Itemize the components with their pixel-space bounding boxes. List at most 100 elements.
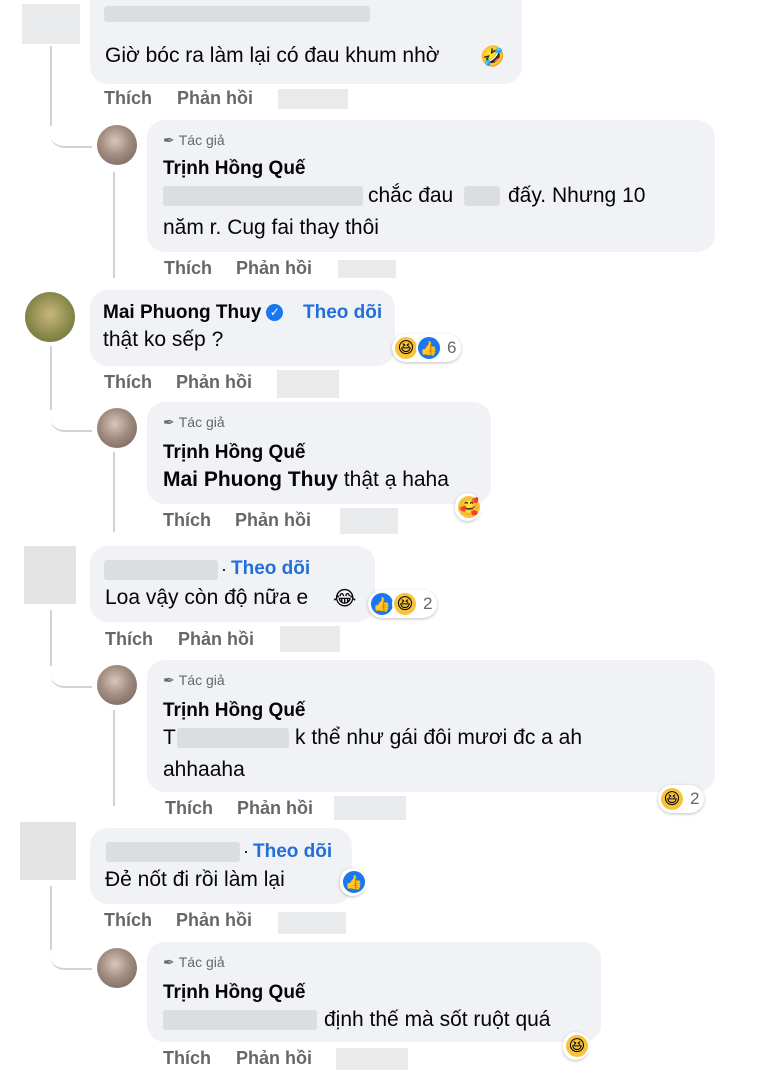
comment-bubble: Giờ bóc ra làm lại có đau khum nhờ 🤣 [90,0,522,84]
comment-bubble: · Theo dõi Loa vậy còn độ nữa e 😂 [90,546,375,622]
avatar[interactable] [97,665,137,705]
like-button[interactable]: Thích [104,372,152,393]
reaction-summary[interactable]: 😆 👍 6 [392,334,462,362]
thread-branch [50,110,92,148]
blurred-timestamp [334,796,406,822]
avatar[interactable] [97,125,137,165]
blurred-name [104,6,370,22]
pencil-icon: ✒ [163,414,175,430]
reply-text: T [163,726,176,749]
reaction-count: 6 [447,338,457,357]
reply-button[interactable]: Phản hồi [176,910,252,931]
mention-link[interactable]: Mai Phuong Thuy [163,468,338,491]
pencil-icon: ✒ [163,132,175,148]
reply-button[interactable]: Phản hồi [235,510,311,531]
commenter-name[interactable]: Trịnh Hồng Quế [163,700,306,722]
reaction-count: 2 [690,789,700,808]
care-icon: 🥰 [456,494,482,520]
reply-bubble: ✒ Tác giả Trịnh Hồng Quế T k thể như gái … [147,660,715,792]
follow-button[interactable]: Theo dõi [231,558,310,580]
divider [0,820,780,823]
reply-bubble: ✒ Tác giả Trịnh Hồng Quế Mai Phuong Thuy … [147,402,491,504]
blurred-timestamp [278,912,346,934]
reaction-summary[interactable]: 😆 2 [658,785,705,813]
reply-text: đấy. Nhưng 10 [508,184,646,207]
thread-line [113,452,115,532]
blurred-timestamp [336,1048,408,1070]
blurred-avatar [22,4,80,44]
blurred-name [104,560,218,580]
blurred-name [106,842,240,862]
like-button[interactable]: Thích [164,258,212,279]
author-badge: ✒ Tác giả [163,672,225,688]
follow-button[interactable]: Theo dõi [303,302,382,324]
reply-button[interactable]: Phản hồi [178,629,254,650]
thread-branch [50,934,92,970]
blurred-timestamp [338,260,396,278]
haha-icon: 😆 [564,1033,590,1059]
avatar[interactable] [97,948,137,988]
blurred-text [163,1010,317,1030]
author-badge: ✒ Tác giả [163,954,225,970]
separator-dot: · [221,559,227,579]
thread-branch [50,394,92,432]
reply-button[interactable]: Phản hồi [237,798,313,819]
reply-button[interactable]: Phản hồi [236,258,312,279]
reaction-summary[interactable]: 😆 [563,1032,590,1060]
reply-bubble: ✒ Tác giả Trịnh Hồng Quế định thế mà sốt … [147,942,601,1042]
joy-emoji-icon: 😂 [333,588,357,610]
separator-dot: · [243,841,249,861]
reaction-summary[interactable]: 🥰 [455,493,482,521]
commenter-name[interactable]: Trịnh Hồng Quế [163,158,306,180]
reaction-count: 2 [423,594,433,613]
reply-button[interactable]: Phản hồi [177,88,253,109]
blurred-avatar [20,822,76,880]
avatar[interactable] [97,408,137,448]
avatar[interactable] [25,292,75,342]
like-icon: 👍 [416,335,442,361]
blurred-text [177,728,289,748]
pencil-icon: ✒ [163,954,175,970]
like-button[interactable]: Thích [165,798,213,819]
reply-text: chắc đau [368,184,454,207]
reaction-summary[interactable]: 👍 😆 2 [368,590,438,618]
like-button[interactable]: Thích [104,910,152,931]
comment-bubble: Mai Phuong Thuy ✓ Theo dõi thật ko sếp ? [90,290,395,366]
blurred-timestamp [280,626,340,652]
like-button[interactable]: Thích [104,88,152,109]
reply-button[interactable]: Phản hồi [236,1048,312,1069]
divider [0,281,780,284]
thread-line [113,172,115,278]
author-badge: ✒ Tác giả [163,132,225,148]
comment-text: thật ko sếp ? [103,328,224,351]
comment-text: Giờ bóc ra làm lại có đau khum nhờ [105,44,440,67]
commenter-name[interactable]: Trịnh Hồng Quế [163,442,306,464]
like-button[interactable]: Thích [105,629,153,650]
blurred-timestamp [278,89,348,109]
blurred-timestamp [340,508,398,534]
commenter-name[interactable]: Mai Phuong Thuy ✓ [103,302,284,324]
divider [0,536,780,539]
blurred-text [163,186,363,206]
haha-icon: 😆 [659,786,685,812]
reply-button[interactable]: Phản hồi [176,372,252,393]
follow-button[interactable]: Theo dõi [253,841,332,863]
comment-bubble: · Theo dõi Đẻ nốt đi rồi làm lại [90,828,352,904]
reply-text: k thể như gái đôi mươi đc a ah [295,726,583,749]
pencil-icon: ✒ [163,672,175,688]
reply-text: ahhaaha [163,758,245,781]
reply-text: Mai Phuong Thuy thật ạ haha [163,468,449,491]
rofl-emoji-icon: 🤣 [480,46,505,68]
like-button[interactable]: Thích [163,1048,211,1069]
like-button[interactable]: Thích [163,510,211,531]
reaction-summary[interactable]: 👍 [340,868,367,896]
reply-text: năm r. Cug fai thay thôi [163,216,379,239]
commenter-name[interactable]: Trịnh Hồng Quế [163,982,306,1004]
reply-text: định thế mà sốt ruột quá [324,1008,551,1031]
verified-badge-icon: ✓ [266,304,284,321]
blurred-avatar [24,546,76,604]
blurred-text [464,186,500,206]
reply-bubble: ✒ Tác giả Trịnh Hồng Quế chắc đau đấy. Nh… [147,120,715,252]
author-badge: ✒ Tác giả [163,414,225,430]
haha-icon: 😆 [392,591,418,617]
